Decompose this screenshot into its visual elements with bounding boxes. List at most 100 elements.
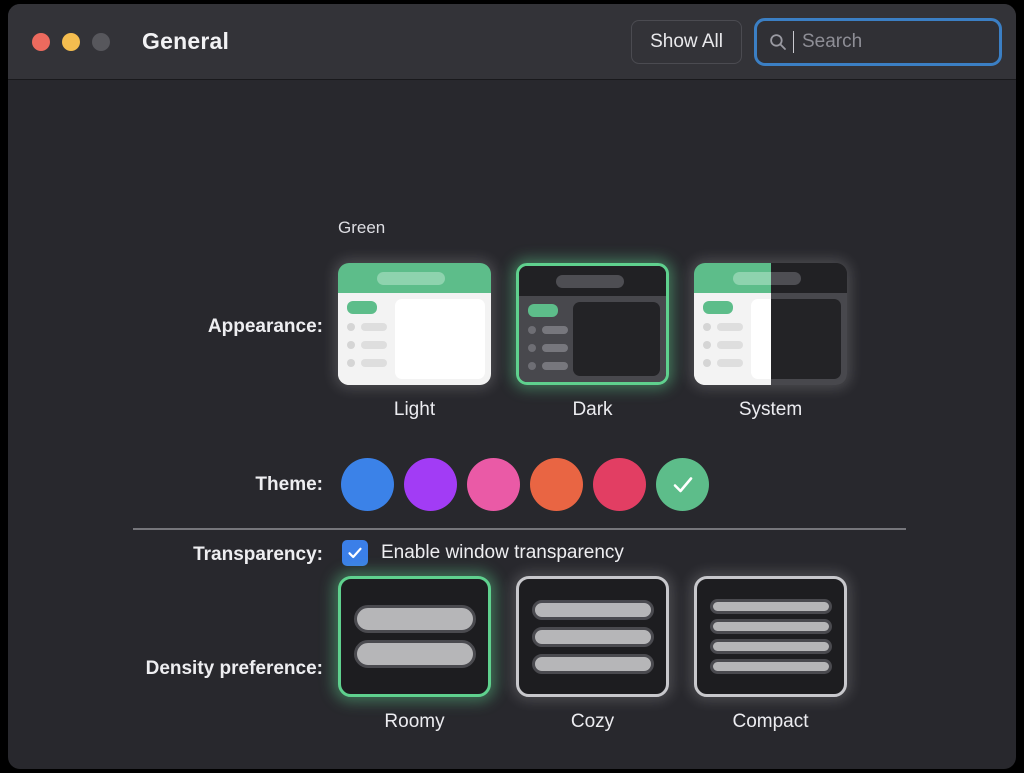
appearance-option-dark[interactable]: Dark	[516, 263, 669, 421]
mini-titlebar	[770, 263, 847, 293]
appearance-thumbnail-dark[interactable]	[516, 263, 669, 385]
mini-label-bar	[361, 323, 387, 331]
mini-content-area	[573, 302, 660, 376]
mini-bullet-icon	[528, 344, 536, 352]
search-field[interactable]	[754, 17, 1016, 66]
mini-content-area	[394, 299, 485, 379]
appearance-options: Light Dark System	[338, 263, 847, 421]
density-options: Roomy Cozy Compact	[338, 576, 847, 733]
mini-body	[338, 293, 491, 385]
text-cursor	[793, 30, 794, 53]
mini-window-dark	[519, 266, 666, 382]
minimize-button[interactable]	[62, 32, 80, 51]
show-all-button[interactable]: Show All	[631, 19, 742, 64]
system-thumbnail-light-half	[694, 263, 771, 385]
theme-swatch-pink[interactable]	[467, 458, 520, 511]
mini-sidebar-item	[528, 326, 568, 334]
mini-sidebar-item	[347, 359, 387, 367]
mini-label-bar	[717, 359, 743, 367]
theme-swatch-orange[interactable]	[530, 458, 583, 511]
density-caption-cozy: Cozy	[570, 711, 615, 732]
mini-titlebar-pill	[770, 272, 802, 285]
mini-label-bar	[717, 341, 743, 349]
density-bar	[353, 640, 476, 668]
theme-label: Theme:	[255, 474, 323, 495]
appearance-caption-light: Light	[393, 399, 436, 420]
theme-swatch-blue[interactable]	[341, 458, 394, 511]
density-label: Density preference:	[145, 658, 323, 679]
density-bar	[531, 626, 654, 647]
titlebar-actions: Show All	[631, 17, 1016, 66]
mini-bullet-icon	[347, 323, 355, 331]
mini-label-bar	[542, 362, 568, 370]
zoom-button	[92, 32, 110, 51]
density-option-cozy[interactable]: Cozy	[516, 576, 669, 733]
mini-sidebar-selected-item	[347, 301, 377, 314]
density-thumbnail-compact[interactable]	[694, 576, 847, 697]
density-bar	[709, 639, 832, 654]
mini-body	[694, 293, 771, 385]
mini-sidebar-item	[347, 341, 387, 349]
checkmark-icon	[348, 547, 362, 559]
mini-bullet-icon	[528, 326, 536, 334]
density-thumbnail-roomy[interactable]	[338, 576, 491, 697]
mini-body	[770, 293, 847, 385]
density-option-roomy[interactable]: Roomy	[338, 576, 491, 733]
mini-bullet-icon	[528, 362, 536, 370]
search-input[interactable]	[802, 30, 1016, 53]
mini-label-bar	[361, 359, 387, 367]
mini-sidebar	[694, 293, 751, 385]
theme-swatch-purple[interactable]	[404, 458, 457, 511]
mini-bullet-icon	[347, 359, 355, 367]
mini-titlebar-pill	[555, 275, 624, 288]
theme-swatch-green[interactable]	[656, 458, 709, 511]
mini-label-bar	[361, 341, 387, 349]
mini-label-bar	[542, 326, 568, 334]
checkmark-icon	[673, 476, 692, 492]
transparency-checkbox[interactable]	[342, 540, 368, 566]
mini-body	[519, 296, 666, 382]
density-bar	[709, 659, 832, 674]
mini-sidebar	[519, 296, 574, 382]
mini-window-light	[694, 263, 771, 385]
mini-label-bar	[542, 344, 568, 352]
appearance-caption-dark: Dark	[572, 399, 613, 420]
density-caption-roomy: Roomy	[384, 711, 445, 732]
active-theme-name: Green	[338, 218, 386, 237]
mini-sidebar-selected-item	[703, 301, 733, 314]
close-button[interactable]	[32, 32, 50, 51]
mini-titlebar	[338, 263, 491, 293]
density-bar	[531, 653, 654, 674]
preferences-content: Green Appearance: Light Dark System Them…	[8, 80, 1016, 769]
mini-bullet-icon	[703, 359, 711, 367]
mini-titlebar	[519, 266, 666, 296]
density-thumbnail-cozy[interactable]	[516, 576, 669, 697]
transparency-label: Transparency:	[193, 544, 323, 565]
density-bar	[709, 619, 832, 634]
mini-sidebar-item	[347, 323, 387, 331]
mini-sidebar-item	[703, 341, 743, 349]
appearance-option-light[interactable]: Light	[338, 263, 491, 421]
window-titlebar: General Show All	[8, 4, 1016, 80]
density-bar	[353, 605, 476, 633]
appearance-caption-system: System	[738, 399, 803, 420]
mini-titlebar-pill	[733, 272, 771, 285]
density-bar	[531, 599, 654, 620]
transparency-row: Enable window transparency	[342, 540, 624, 566]
transparency-checkbox-label: Enable window transparency	[381, 542, 624, 563]
mini-titlebar-pill	[377, 272, 446, 285]
density-option-compact[interactable]: Compact	[694, 576, 847, 733]
appearance-option-system[interactable]: System	[694, 263, 847, 421]
mini-window-dark	[770, 263, 847, 385]
density-bar	[709, 599, 832, 614]
appearance-thumbnail-system[interactable]	[694, 263, 847, 385]
density-caption-compact: Compact	[732, 711, 809, 732]
theme-swatch-red[interactable]	[593, 458, 646, 511]
mini-sidebar-selected-item	[528, 304, 558, 317]
mini-sidebar-item	[703, 359, 743, 367]
mini-titlebar	[694, 263, 771, 293]
mini-bullet-icon	[703, 341, 711, 349]
mini-sidebar-item	[703, 323, 743, 331]
traffic-light-controls	[32, 32, 110, 51]
appearance-thumbnail-light[interactable]	[338, 263, 491, 385]
